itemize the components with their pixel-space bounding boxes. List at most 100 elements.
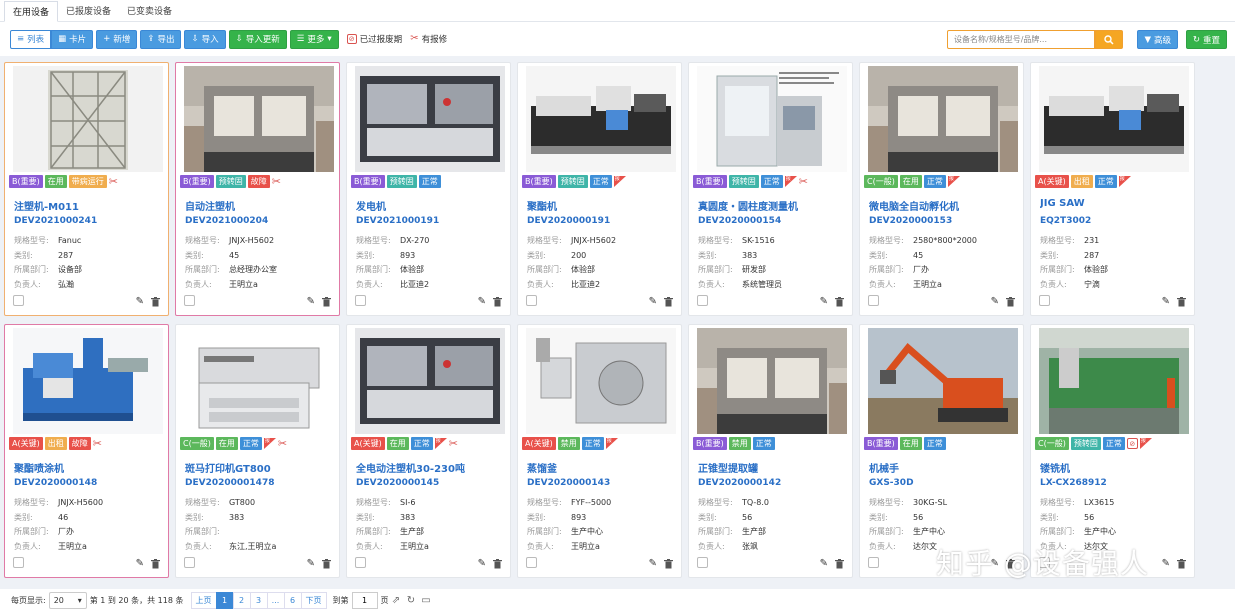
equipment-name[interactable]: 斑马打印机GT800 xyxy=(185,460,335,475)
trash-icon[interactable] xyxy=(493,559,502,569)
equipment-card[interactable]: B(重要) 预转固 故障 ✂ 自动注塑机 DEV2021000204 规格型号: JNJ… xyxy=(175,62,340,316)
equipment-photo[interactable] xyxy=(868,66,1018,172)
trash-icon[interactable] xyxy=(835,559,844,569)
trash-icon[interactable] xyxy=(322,559,331,569)
next-page-button[interactable]: 下页 xyxy=(300,592,327,609)
equipment-photo[interactable] xyxy=(526,66,676,172)
equipment-photo[interactable] xyxy=(1039,328,1189,434)
search-input[interactable] xyxy=(947,30,1095,49)
edit-pencil-icon[interactable]: ✎ xyxy=(649,558,657,569)
expired-filter[interactable]: ⊘ 已过报废期 xyxy=(346,33,402,45)
equipment-name[interactable]: 自动注塑机 xyxy=(185,198,335,213)
equipment-name[interactable]: 正锥型提取罐 xyxy=(698,460,848,475)
tab-sold[interactable]: 已变卖设备 xyxy=(119,0,180,21)
prev-page-button[interactable]: 上页 xyxy=(190,592,217,609)
trash-icon[interactable] xyxy=(322,297,331,307)
equipment-name[interactable]: 蒸馏釜 xyxy=(527,460,677,475)
page-2-button[interactable]: 2 xyxy=(232,592,251,609)
equipment-name[interactable]: JIG SAW xyxy=(1040,198,1190,209)
edit-pencil-icon[interactable]: ✎ xyxy=(307,558,315,569)
trash-icon[interactable] xyxy=(493,297,502,307)
equipment-name[interactable]: 机械手 xyxy=(869,460,1019,475)
list-view-button[interactable]: ≡ 列表 xyxy=(10,29,52,49)
edit-pencil-icon[interactable]: ✎ xyxy=(136,558,144,569)
page-6-button[interactable]: 6 xyxy=(283,592,302,609)
add-button[interactable]: + 新增 xyxy=(96,29,138,49)
edit-pencil-icon[interactable]: ✎ xyxy=(136,296,144,307)
export-button[interactable]: ⇪ 导出 xyxy=(140,29,182,49)
edit-pencil-icon[interactable]: ✎ xyxy=(1162,558,1170,569)
edit-pencil-icon[interactable]: ✎ xyxy=(1162,296,1170,307)
select-checkbox[interactable] xyxy=(184,295,195,306)
trash-icon[interactable] xyxy=(151,297,160,307)
more-dropdown-button[interactable]: ☰ 更多 ▾ xyxy=(289,29,339,49)
equipment-card[interactable]: A(关键)禁用正常 蒸馏釜 DEV2020000143 规格型号: FYF--50… xyxy=(517,324,682,578)
select-checkbox[interactable] xyxy=(868,295,879,306)
select-checkbox[interactable] xyxy=(697,295,708,306)
select-checkbox[interactable] xyxy=(184,557,195,568)
select-checkbox[interactable] xyxy=(13,295,24,306)
search-button[interactable] xyxy=(1095,30,1123,49)
equipment-photo[interactable] xyxy=(355,328,505,434)
equipment-card[interactable]: A(关键)在用正常 ✂ 全电动注塑机30-230吨 DEV2020000145 规… xyxy=(346,324,511,578)
equipment-card[interactable]: C(一般)预转固正常⊘ 镂铣机 LX-CX268912 规格型号:LX3615 … xyxy=(1030,324,1195,578)
tab-in-use[interactable]: 在用设备 xyxy=(4,1,59,22)
edit-pencil-icon[interactable]: ✎ xyxy=(820,558,828,569)
select-checkbox[interactable] xyxy=(697,557,708,568)
equipment-card[interactable]: C(一般)在用正常 微电脑全自动孵化机 DEV2020000153 规格型号: 2… xyxy=(859,62,1024,316)
select-checkbox[interactable] xyxy=(526,295,537,306)
equipment-name[interactable]: 聚酯机 xyxy=(527,198,677,213)
equipment-card[interactable]: C(一般)在用正常 ✂ 斑马打印机GT800 DEV20200001478 规格型… xyxy=(175,324,340,578)
card-view-button[interactable]: ▦ 卡片 xyxy=(51,29,94,49)
equipment-photo[interactable] xyxy=(1039,66,1189,172)
select-checkbox[interactable] xyxy=(355,557,366,568)
trash-icon[interactable] xyxy=(151,559,160,569)
equipment-name[interactable]: 全电动注塑机30-230吨 xyxy=(356,460,506,475)
edit-pencil-icon[interactable]: ✎ xyxy=(307,296,315,307)
edit-pencil-icon[interactable]: ✎ xyxy=(991,296,999,307)
trash-icon[interactable] xyxy=(1006,297,1015,307)
import-update-button[interactable]: ⇩ 导入更新 xyxy=(228,29,287,49)
equipment-card[interactable]: B(重要) 在用 带病运行 ✂ 注塑机-M011 DEV2021000241 规格型号… xyxy=(4,62,169,316)
equipment-card[interactable]: B(重要) 禁用 正常 正锥型提取罐 DEV2020000142 规格型号: TQ-8… xyxy=(688,324,853,578)
edit-pencil-icon[interactable]: ✎ xyxy=(820,296,828,307)
equipment-card[interactable]: A(关键) 出租 故障 ✂ 聚酯喷涂机 DEV2020000148 规格型号: JNJX… xyxy=(4,324,169,578)
equipment-card[interactable]: B(重要) 预转固 正常 发电机 DEV2021000191 规格型号: DX-270… xyxy=(346,62,511,316)
tab-scrapped[interactable]: 已报废设备 xyxy=(58,0,119,21)
edit-pencil-icon[interactable]: ✎ xyxy=(649,296,657,307)
equipment-photo[interactable] xyxy=(868,328,1018,434)
equipment-photo[interactable] xyxy=(184,66,334,172)
share-icon[interactable]: ⇗ xyxy=(389,592,404,609)
equipment-name[interactable]: 聚酯喷涂机 xyxy=(14,460,164,475)
equipment-card[interactable]: B(重要)预转固正常 ✂ 真圆度・圆柱度测量机 DEV2020000154 规格型… xyxy=(688,62,853,316)
select-checkbox[interactable] xyxy=(1039,295,1050,306)
reset-button[interactable]: ↻ 重置 xyxy=(1185,30,1227,49)
equipment-card[interactable]: A(关键)出租正常 JIG SAW EQ2T3002 规格型号: 231 类别: 2… xyxy=(1030,62,1195,316)
trash-icon[interactable] xyxy=(1177,297,1186,307)
import-button[interactable]: ⇩ 导入 xyxy=(184,29,226,49)
trash-icon[interactable] xyxy=(1177,559,1186,569)
equipment-photo[interactable] xyxy=(697,66,847,172)
per-page-select[interactable]: 20 ▾ xyxy=(48,592,87,609)
equipment-name[interactable]: 真圆度・圆柱度测量机 xyxy=(698,198,848,213)
select-checkbox[interactable] xyxy=(13,557,24,568)
trash-icon[interactable] xyxy=(664,559,673,569)
equipment-photo[interactable] xyxy=(184,328,334,434)
equipment-name[interactable]: 发电机 xyxy=(356,198,506,213)
equipment-photo[interactable] xyxy=(697,328,847,434)
equipment-name[interactable]: 镂铣机 xyxy=(1040,460,1190,475)
page-3-button[interactable]: 3 xyxy=(249,592,268,609)
select-checkbox[interactable] xyxy=(526,557,537,568)
advanced-filter-button[interactable]: ▼ 高级 xyxy=(1137,30,1178,49)
equipment-photo[interactable] xyxy=(526,328,676,434)
equipment-photo[interactable] xyxy=(13,66,163,172)
page-1-button[interactable]: 1 xyxy=(215,592,234,609)
refresh-icon[interactable]: ↻ xyxy=(404,592,419,609)
goto-page-input[interactable] xyxy=(351,592,378,609)
trash-icon[interactable] xyxy=(664,297,673,307)
select-checkbox[interactable] xyxy=(868,557,879,568)
equipment-card[interactable]: B(重要) 在用 正常 机械手 GXS-30D 规格型号: 30KG-SL 类别: 56… xyxy=(859,324,1024,578)
equipment-name[interactable]: 微电脑全自动孵化机 xyxy=(869,198,1019,213)
select-checkbox[interactable] xyxy=(355,295,366,306)
equipment-photo[interactable] xyxy=(355,66,505,172)
